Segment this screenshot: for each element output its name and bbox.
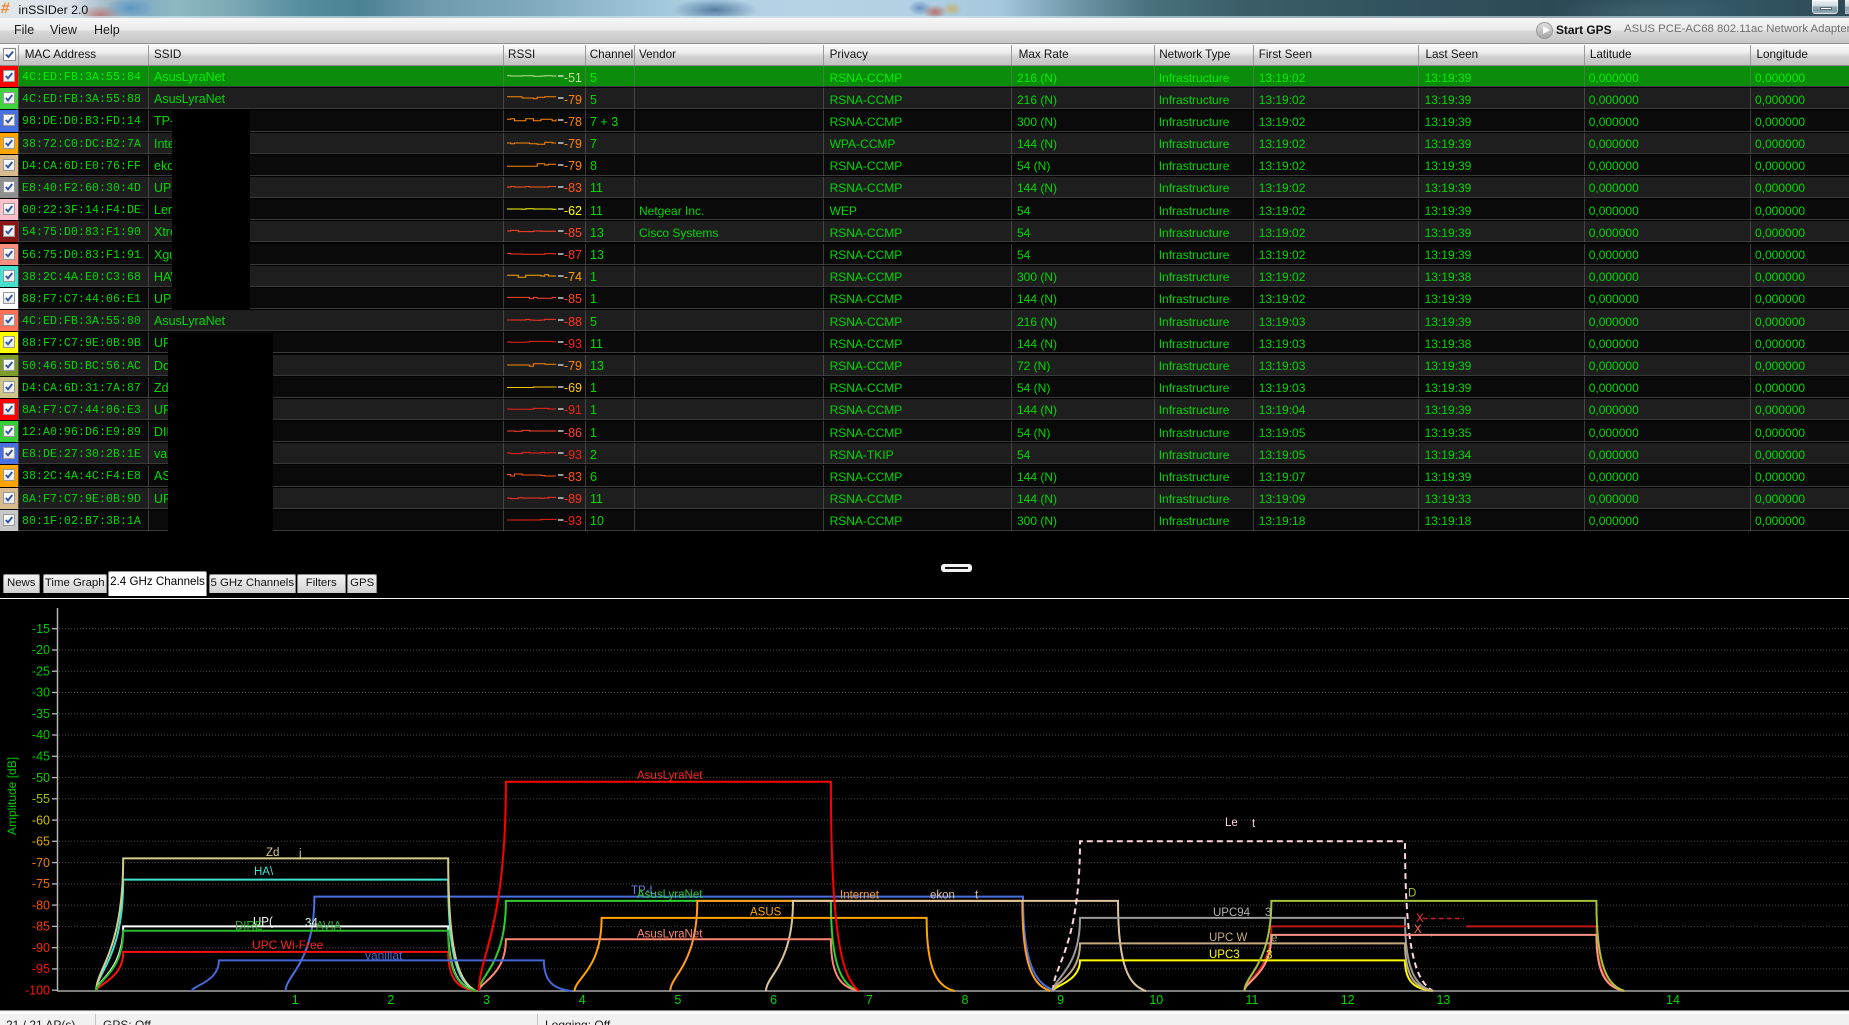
svg-text:UPC W: UPC W (1209, 932, 1247, 944)
svg-text:-80: -80 (32, 898, 50, 912)
svg-text:-65: -65 (32, 835, 50, 849)
svg-text:AVIA: AVIA (316, 921, 342, 933)
svg-text:AsusLyraNet: AsusLyraNet (637, 770, 703, 782)
svg-text:-95: -95 (32, 962, 50, 976)
svg-text:ekon: ekon (930, 890, 955, 902)
svg-text:e: e (1271, 933, 1277, 945)
svg-text:1: 1 (292, 993, 299, 1007)
svg-text:X: X (1414, 924, 1422, 936)
svg-text:t: t (975, 890, 979, 902)
svg-text:14: 14 (1666, 993, 1680, 1007)
svg-text:-70: -70 (32, 856, 50, 870)
svg-text:j: j (298, 848, 302, 860)
svg-text:10: 10 (1149, 993, 1163, 1007)
svg-text:-60: -60 (32, 813, 50, 827)
svg-text:vanillat: vanillat (365, 949, 403, 963)
svg-text:ASUS: ASUS (750, 907, 782, 919)
svg-text:11: 11 (1246, 993, 1259, 1007)
svg-text:,: , (1430, 926, 1433, 938)
svg-text:UPC Wi-Free: UPC Wi-Free (252, 938, 324, 952)
svg-text:t: t (1252, 818, 1256, 830)
svg-text:-30: -30 (32, 686, 50, 700)
svg-text:12: 12 (1341, 993, 1355, 1007)
svg-text:-100: -100 (25, 983, 50, 997)
svg-text:-25: -25 (32, 664, 50, 678)
svg-text:-15: -15 (32, 622, 50, 636)
svg-text:D: D (1408, 888, 1416, 900)
svg-text:-90: -90 (32, 941, 50, 955)
svg-text:AsusLyraNet: AsusLyraNet (637, 929, 703, 941)
svg-text:3: 3 (1265, 907, 1271, 919)
svg-text:Le: Le (1225, 817, 1238, 829)
svg-text:HA\: HA\ (254, 866, 274, 878)
svg-text:DIRE: DIRE (235, 921, 263, 933)
svg-text:-35: -35 (32, 707, 50, 721)
svg-text:8: 8 (962, 993, 969, 1007)
svg-text:7: 7 (866, 993, 873, 1007)
svg-text:UPC94: UPC94 (1213, 907, 1251, 919)
svg-text:5: 5 (674, 993, 681, 1007)
svg-text:Internet: Internet (840, 890, 880, 902)
svg-text:AsusLyraNet: AsusLyraNet (637, 889, 703, 901)
svg-text:-85: -85 (32, 920, 50, 934)
svg-text:Amplitude [dB]: Amplitude [dB] (5, 757, 19, 835)
svg-text:6: 6 (770, 993, 777, 1007)
svg-text:-50: -50 (32, 771, 50, 785)
svg-text:-40: -40 (32, 728, 50, 742)
svg-text:-45: -45 (32, 750, 50, 764)
svg-text:-20: -20 (32, 643, 50, 657)
svg-text:Zd: Zd (266, 847, 279, 859)
svg-text:9: 9 (1057, 993, 1064, 1007)
svg-text:4: 4 (579, 993, 586, 1007)
svg-text:-55: -55 (32, 792, 50, 806)
svg-text:UPC3: UPC3 (1209, 949, 1240, 961)
svg-text:-75: -75 (32, 877, 50, 891)
svg-text:13: 13 (1436, 993, 1450, 1007)
svg-text:3: 3 (483, 993, 490, 1007)
svg-text:3: 3 (1266, 950, 1272, 962)
svg-text:2: 2 (387, 993, 394, 1007)
